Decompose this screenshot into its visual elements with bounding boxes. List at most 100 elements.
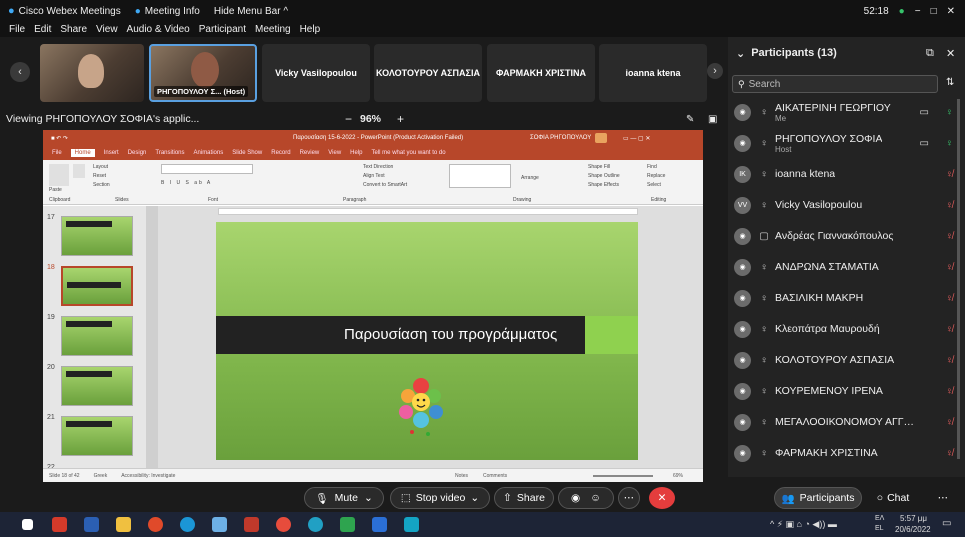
video-tile-name[interactable]: Vicky Vasilopoulou [262, 44, 370, 102]
mic-active-icon[interactable]: ♀ [946, 107, 954, 118]
ppt-tab[interactable]: View [328, 150, 341, 156]
language-indicator-2[interactable]: EL [875, 525, 884, 532]
participant-row[interactable]: ◉ ♀ ΦΑΡΜΑΚΗ ΧΡΙΣΤΙΝΑ ♀̸ [734, 442, 959, 464]
panel-scrollbar[interactable] [957, 99, 960, 459]
arrange-button[interactable]: Arrange [521, 175, 539, 181]
ppt-tab[interactable]: Animations [194, 150, 224, 156]
minimize-button[interactable]: − [915, 6, 921, 17]
section-button[interactable]: Section [93, 182, 110, 188]
participant-row[interactable]: VV ♀ Vicky Vasilopoulou ♀̸ [734, 194, 959, 216]
slide-thumbnail[interactable] [61, 366, 133, 406]
meeting-info-button[interactable]: ● Meeting Info [135, 6, 200, 17]
chevron-down-icon[interactable]: ⌄ [736, 47, 745, 60]
edge-icon[interactable] [308, 517, 323, 532]
ppt-tab[interactable]: Tell me what you want to do [372, 150, 446, 156]
participant-row[interactable]: ◉ ♀ ΚΟΥΡΕΜΕΝΟΥ ΙΡΕΝΑ ♀̸ [734, 380, 959, 402]
shapes-gallery[interactable] [449, 164, 511, 188]
menu-item[interactable]: Share [60, 24, 87, 35]
language-status[interactable]: Greek [94, 473, 108, 479]
sort-icon[interactable]: ⇅ [946, 77, 954, 88]
skype-icon[interactable] [180, 517, 195, 532]
annotate-icon[interactable]: ✎ [686, 114, 694, 125]
participant-row[interactable]: ◉ ▢ Ανδρέας Γιαννακόπουλος ♀̸ [734, 225, 959, 247]
ppt-tab[interactable]: Record [271, 150, 290, 156]
chevron-down-icon[interactable]: ⌄ [470, 492, 479, 504]
notifications-icon[interactable]: ▭ [942, 518, 951, 529]
video-tile-host[interactable]: ΡΗΓΟΠΟΥΛΟΥ Σ... (Host) [149, 44, 257, 102]
slide-thumbnail[interactable] [61, 266, 133, 306]
mic-muted-icon[interactable]: ♀̸ [946, 169, 954, 180]
shape-fill-button[interactable]: Shape Fill [588, 164, 610, 170]
participant-row[interactable]: ◉ ♀ ΑΙΚΑΤΕΡΙΝΗ ΓΕΩΡΓΙΟΥ Me ▭ ♀ [734, 101, 959, 123]
menu-item[interactable]: Participant [199, 24, 246, 35]
paste-label[interactable]: Paste [49, 187, 62, 193]
firefox-icon[interactable] [148, 517, 163, 532]
word-icon[interactable] [84, 517, 99, 532]
share-button[interactable]: ⇧ Share [494, 487, 554, 509]
participant-row[interactable]: IK ♀ ioanna ktena ♀̸ [734, 163, 959, 185]
zoom-slider[interactable] [593, 475, 653, 477]
video-tile-self[interactable] [40, 44, 144, 102]
participant-row[interactable]: ◉ ♀ Κλεοπάτρα Μαυρουδή ♀̸ [734, 318, 959, 340]
mic-muted-icon[interactable]: ♀̸ [946, 293, 954, 304]
ppt-tab[interactable]: Design [128, 150, 147, 156]
close-panel-icon[interactable]: ✕ [946, 47, 955, 60]
folder-icon[interactable] [116, 517, 131, 532]
strip-prev-button[interactable]: ‹ [10, 62, 30, 82]
slide-thumbnail[interactable] [61, 416, 133, 456]
acrobat-icon[interactable] [52, 517, 67, 532]
video-tile-name[interactable]: ioanna ktena [599, 44, 707, 102]
participants-button[interactable]: 👥 Participants [774, 487, 862, 509]
participant-row[interactable]: ◉ ♀ ΑΝΔΡΩΝΑ ΣΤΑΜΑΤΙΑ ♀̸ [734, 256, 959, 278]
participant-row[interactable]: ◉ ♀ ΚΟΛΟΤΟΥΡΟΥ ΑΣΠΑΣΙΑ ♀̸ [734, 349, 959, 371]
tray-icons[interactable]: ^ ⚡ ▣ ⌂ ◔ ◀)) ▬ [770, 519, 837, 530]
end-call-button[interactable]: ✕ [649, 487, 675, 509]
accessibility-status[interactable]: Accessibility: Investigate [121, 473, 175, 479]
ppt-tab[interactable]: Slide Show [232, 150, 262, 156]
slide-thumbnail[interactable] [61, 316, 133, 356]
align-text-button[interactable]: Align Text [363, 173, 385, 179]
mic-muted-icon[interactable]: ♀̸ [946, 355, 954, 366]
text-direction-button[interactable]: Text Direction [363, 164, 393, 170]
find-button[interactable]: Find [647, 164, 657, 170]
menu-item[interactable]: Help [300, 24, 321, 35]
close-button[interactable]: ✕ [947, 6, 955, 17]
select-button[interactable]: Select [647, 182, 661, 188]
menu-item[interactable]: Audio & Video [127, 24, 190, 35]
photos-icon[interactable] [372, 517, 387, 532]
panel-more-button[interactable]: ⋯ [934, 487, 952, 509]
pdf-icon[interactable] [244, 517, 259, 532]
mute-button[interactable]: 🎙 Mute ⌄ [304, 487, 384, 509]
clock-time[interactable]: 5:57 μμ [900, 514, 927, 523]
menu-item[interactable]: Edit [34, 24, 51, 35]
replace-button[interactable]: Replace [647, 173, 665, 179]
app-icon[interactable] [340, 517, 355, 532]
ppt-tab[interactable]: Review [300, 150, 320, 156]
video-tile-name[interactable]: ΦΑΡΜΑΚΗ ΧΡΙΣΤΙΝΑ [487, 44, 595, 102]
ppt-tab[interactable]: Transitions [155, 150, 184, 156]
record-icon[interactable]: ◉ [571, 492, 580, 504]
shape-outline-button[interactable]: Shape Outline [588, 173, 620, 179]
maximize-button[interactable]: □ [931, 6, 937, 17]
popout-icon[interactable]: ⧉ [926, 47, 934, 60]
reset-button[interactable]: Reset [93, 173, 106, 179]
shape-effects-button[interactable]: Shape Effects [588, 182, 619, 188]
ppt-tab[interactable]: File [52, 150, 62, 156]
ppt-tab[interactable]: Help [350, 150, 362, 156]
comments-button[interactable]: Comments [483, 473, 507, 479]
search-input[interactable]: ⚲ Search [732, 75, 938, 93]
hide-menu-bar-button[interactable]: Hide Menu Bar ^ [214, 6, 288, 17]
ppt-window-controls[interactable]: ▭ — ▢ ✕ [623, 135, 650, 142]
video-tile-name[interactable]: ΚΟΛΟΤΟΥΡΟΥ ΑΣΠΑΣΙΑ [374, 44, 482, 102]
clock-date[interactable]: 20/6/2022 [895, 525, 931, 534]
mic-muted-icon[interactable]: ♀̸ [946, 448, 954, 459]
app-icon[interactable] [212, 517, 227, 532]
participant-row[interactable]: ◉ ♀ ΜΕΓΑΛΟΟΙΚΟΝΟΜΟΥ ΑΓΓΕΛ... ♀̸ [734, 411, 959, 433]
webex-taskbar-icon[interactable] [404, 517, 419, 532]
menu-item[interactable]: Meeting [255, 24, 291, 35]
mic-muted-icon[interactable]: ♀̸ [946, 262, 954, 273]
thumb-scrollbar[interactable] [146, 206, 158, 468]
screen-icon[interactable]: ▣ [708, 114, 717, 125]
participant-row[interactable]: ◉ ♀ ΒΑΣΙΛΙΚΗ ΜΑΚΡΗ ♀̸ [734, 287, 959, 309]
mic-muted-icon[interactable]: ♀̸ [946, 231, 954, 242]
